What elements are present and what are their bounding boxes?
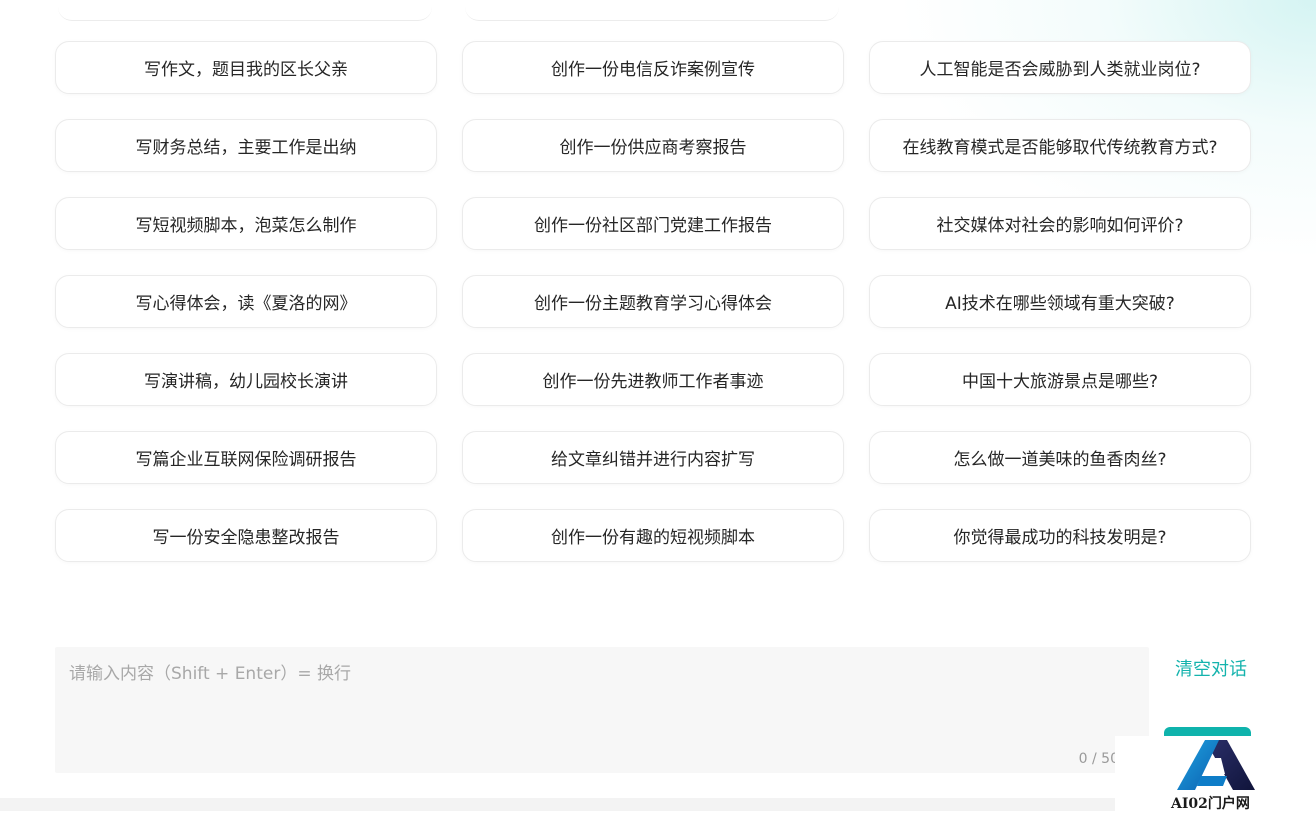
watermark-text: AI02门户网 [1171,796,1250,812]
prompt-suggestion-card[interactable]: 写作文，题目我的区长父亲 [55,41,437,94]
prompt-suggestion-card[interactable]: 创作一份电信反诈案例宣传 [462,41,844,94]
prompt-suggestion-card[interactable]: 怎么做一道美味的鱼香肉丝? [869,431,1251,484]
prompt-suggestion-card[interactable]: 写一份安全隐患整改报告 [55,509,437,562]
message-input[interactable] [55,647,1149,773]
prompt-suggestion-card[interactable]: 创作一份社区部门党建工作报告 [462,197,844,250]
prompt-suggestion-card[interactable]: 创作一份有趣的短视频脚本 [462,509,844,562]
prompt-card-fragment [465,0,839,21]
previous-row-fragments [0,0,1316,22]
clear-conversation-button[interactable]: 清空对话 [1175,655,1247,681]
prompt-card-fragment [58,0,432,21]
prompt-suggestion-card[interactable]: 创作一份供应商考察报告 [462,119,844,172]
prompt-suggestion-card[interactable]: 你觉得最成功的科技发明是? [869,509,1251,562]
prompt-suggestion-card[interactable]: 人工智能是否会威胁到人类就业岗位? [869,41,1251,94]
prompt-suggestion-card[interactable]: 写心得体会，读《夏洛的网》 [55,275,437,328]
prompt-suggestion-card[interactable]: 创作一份主题教育学习心得体会 [462,275,844,328]
prompt-suggestion-card[interactable]: 写短视频脚本，泡菜怎么制作 [55,197,437,250]
char-count: 0 / 50 [1078,751,1119,767]
message-input-area: 0 / 50 [55,647,1149,773]
prompt-suggestion-card[interactable]: 社交媒体对社会的影响如何评价? [869,197,1251,250]
prompt-suggestion-card[interactable]: 创作一份先进教师工作者事迹 [462,353,844,406]
prompt-suggestion-card[interactable]: AI技术在哪些领域有重大突破? [869,275,1251,328]
prompt-suggestion-card[interactable]: 写演讲稿，幼儿园校长演讲 [55,353,437,406]
prompt-suggestion-card[interactable]: 在线教育模式是否能够取代传统教育方式? [869,119,1251,172]
prompt-suggestion-card[interactable]: 给文章纠错并进行内容扩写 [462,431,844,484]
prompt-suggestion-card[interactable]: 写篇企业互联网保险调研报告 [55,431,437,484]
watermark-logo-icon [1177,740,1255,790]
prompt-suggestion-card[interactable]: 中国十大旅游景点是哪些? [869,353,1251,406]
watermark: AI02门户网 [1115,736,1316,812]
prompt-suggestions-grid: 写作文，题目我的区长父亲 创作一份电信反诈案例宣传 人工智能是否会威胁到人类就业岗位… [55,41,1251,562]
prompt-suggestion-card[interactable]: 写财务总结，主要工作是出纳 [55,119,437,172]
